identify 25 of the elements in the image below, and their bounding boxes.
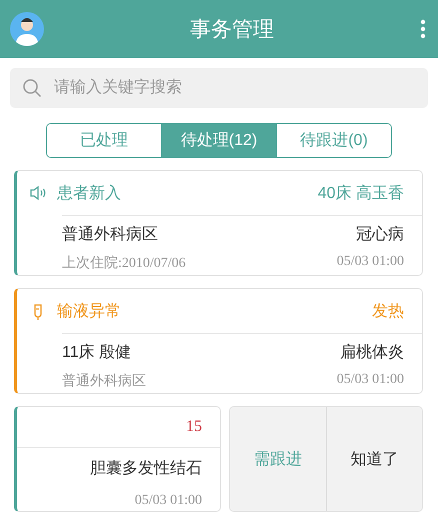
ward-name: 普通外科病区 [62, 224, 158, 245]
patient-bed: 11床 殷健 [62, 342, 132, 363]
time: 05/03 01:00 [134, 493, 202, 509]
acknowledge-button[interactable]: 知道了 [326, 407, 422, 511]
page-title: 事务管理 [189, 17, 275, 43]
ward-name: 普通外科病区 [62, 372, 146, 390]
last-admission: 上次住院:2010/07/06 [62, 254, 186, 272]
diagnosis: 胆囊多发性结石 [90, 458, 202, 479]
notice-title: 患者新入 [57, 184, 122, 204]
notice-title: 输液异常 [57, 302, 122, 322]
search-icon [22, 78, 42, 98]
time: 05/03 01:00 [336, 254, 404, 271]
notice-tag: 发热 [372, 300, 404, 322]
time: 05/03 01:00 [336, 372, 404, 389]
notice-card[interactable]: 输液异常 发热 11床 殷健 扁桃体炎 普通外科病区 05/03 01:00 [14, 288, 423, 394]
search-field[interactable]: 请输入关键字搜索 [10, 68, 428, 108]
diagnosis: 冠心病 [356, 224, 404, 245]
bed-number: 15 [186, 418, 202, 436]
notice-card[interactable]: 15 胆囊多发性结石 05/03 01:00 [14, 406, 221, 512]
notice-tag: 40床 高玉香 [318, 182, 404, 204]
more-icon[interactable] [420, 19, 426, 39]
notice-card[interactable]: 患者新入 40床 高玉香 普通外科病区 冠心病 上次住院:2010/07/06 05/03 01:00 [14, 170, 423, 276]
diagnosis: 扁桃体炎 [340, 342, 404, 363]
speaker-icon [29, 184, 47, 202]
avatar-icon[interactable] [10, 12, 44, 46]
